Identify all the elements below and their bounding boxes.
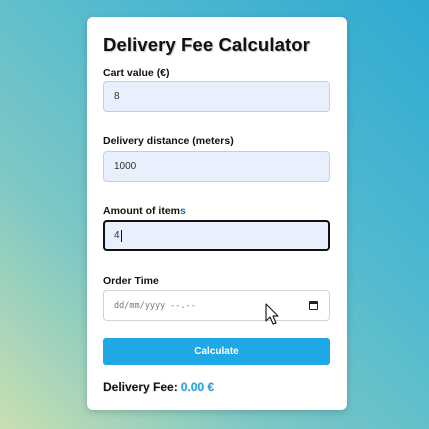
- page-title: Delivery Fee Calculator: [103, 34, 310, 55]
- order-time-input[interactable]: dd/mm/yyyy --.--: [103, 290, 330, 321]
- calculate-button[interactable]: Calculate: [103, 338, 330, 365]
- cart-value-input[interactable]: 8: [103, 81, 330, 112]
- text-caret: [120, 229, 122, 242]
- calculator-card: Delivery Fee Calculator Cart value (€) 8…: [87, 17, 347, 410]
- fee-value: 0.00 €: [180, 380, 215, 394]
- items-input[interactable]: 4: [103, 220, 330, 251]
- cart-value-label: Cart value (€): [103, 67, 170, 79]
- items-text: 4: [114, 230, 120, 241]
- order-time-placeholder: dd/mm/yyyy --.--: [114, 300, 196, 311]
- mouse-pointer-icon: [265, 303, 279, 325]
- distance-label: Delivery distance (meters): [103, 135, 234, 147]
- items-label-main: Amount of item: [103, 205, 180, 217]
- cart-value-text: 8: [114, 91, 120, 102]
- fee-label: Delivery Fee:: [103, 380, 178, 394]
- distance-text: 1000: [114, 161, 137, 172]
- delivery-fee-result: Delivery Fee: 0.00 €: [103, 380, 214, 394]
- order-time-label: Order Time: [103, 275, 159, 287]
- calendar-icon[interactable]: [309, 301, 318, 310]
- distance-input[interactable]: 1000: [103, 151, 330, 182]
- items-label-accent: s: [180, 205, 186, 217]
- items-label: Amount of items: [103, 205, 186, 217]
